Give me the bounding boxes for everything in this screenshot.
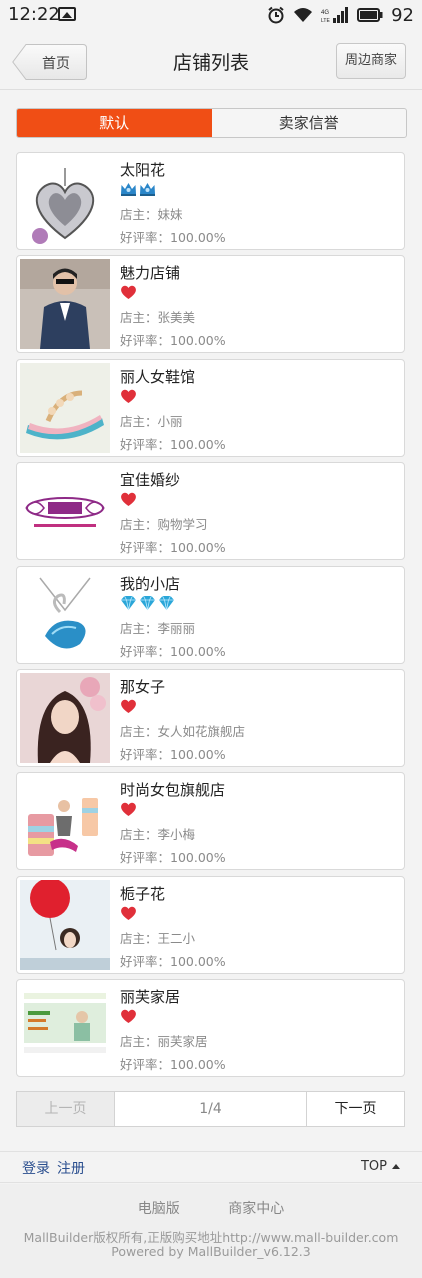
heart-badge-icon bbox=[120, 284, 137, 302]
store-name[interactable]: 宜佳婚纱 bbox=[120, 469, 180, 490]
store-thumbnail[interactable] bbox=[20, 776, 110, 867]
store-name[interactable]: 丽芙家居 bbox=[120, 986, 180, 1007]
image-notification-icon bbox=[58, 7, 76, 21]
store-owner: 店主：李小梅 bbox=[120, 827, 196, 843]
svg-text:LTE: LTE bbox=[321, 18, 330, 23]
status-time: 12:22 bbox=[8, 4, 60, 25]
reputation-badges bbox=[120, 388, 137, 406]
store-name[interactable]: 我的小店 bbox=[120, 573, 180, 594]
heart-badge-icon bbox=[120, 698, 137, 716]
store-rating: 好评率：100.00% bbox=[120, 953, 226, 969]
header: 首页 店铺列表 周边商家 bbox=[0, 30, 422, 90]
diamond-badge-icon bbox=[120, 595, 137, 613]
heart-badge-icon bbox=[120, 491, 137, 509]
store-owner: 店主：妹妹 bbox=[120, 207, 183, 222]
heart-badge-icon bbox=[120, 1008, 137, 1026]
store-rating: 好评率：100.00% bbox=[120, 436, 226, 452]
alarm-icon bbox=[268, 6, 284, 24]
store-thumbnail[interactable] bbox=[20, 156, 110, 246]
store-card[interactable]: 我的小店店主：李丽丽好评率：100.00% bbox=[16, 565, 405, 664]
store-owner: 店主：张美美 bbox=[120, 310, 196, 326]
store-card[interactable]: 太阳花店主：妹妹好评率：100.00% bbox=[16, 152, 405, 250]
store-thumbnail[interactable] bbox=[20, 672, 110, 763]
store-thumbnail[interactable] bbox=[20, 259, 110, 350]
store-owner: 店主：女人如花旗舰店 bbox=[120, 723, 246, 739]
desktop-version-link[interactable]: 电脑版 bbox=[138, 1201, 180, 1217]
pagination: 上一页 1/4 下一页 bbox=[16, 1091, 405, 1127]
store-card[interactable]: 丽芙家居店主：丽芙家居好评率：100.00% bbox=[16, 979, 405, 1078]
store-owner: 店主：丽芙家居 bbox=[120, 1034, 208, 1050]
page-indicator: 1/4 bbox=[199, 1101, 222, 1117]
store-name[interactable]: 丽人女鞋馆 bbox=[120, 366, 195, 387]
next-page-button[interactable]: 下一页 bbox=[306, 1092, 404, 1126]
crown-badge-icon bbox=[139, 181, 156, 199]
store-card[interactable]: 栀子花店主：王二小好评率：100.00% bbox=[16, 875, 405, 974]
store-card[interactable]: 时尚女包旗舰店店主：李小梅好评率：100.00% bbox=[16, 772, 405, 871]
store-thumbnail[interactable] bbox=[20, 466, 110, 557]
store-name[interactable]: 时尚女包旗舰店 bbox=[120, 779, 225, 800]
merchant-center-link[interactable]: 商家中心 bbox=[228, 1201, 284, 1217]
store-thumbnail[interactable] bbox=[20, 983, 110, 1074]
wifi-icon bbox=[294, 8, 313, 22]
store-name[interactable]: 魅力店铺 bbox=[120, 262, 180, 283]
reputation-badges bbox=[120, 1008, 137, 1026]
store-card[interactable]: 丽人女鞋馆店主：小丽好评率：100.00% bbox=[16, 358, 405, 457]
tab-seller-reputation[interactable]: 卖家信誉 bbox=[212, 109, 407, 137]
store-name[interactable]: 那女子 bbox=[120, 676, 165, 697]
store-thumbnail[interactable] bbox=[20, 569, 110, 660]
store-owner: 店主：小丽 bbox=[120, 413, 183, 429]
reputation-badges bbox=[120, 801, 137, 819]
back-to-top-button[interactable]: TOP bbox=[361, 1159, 400, 1174]
diamond-badge-icon bbox=[158, 595, 175, 613]
store-thumbnail[interactable] bbox=[20, 362, 110, 453]
store-name[interactable]: 栀子花 bbox=[120, 883, 165, 904]
store-rating: 好评率：100.00% bbox=[120, 333, 226, 349]
footer-bar: 登录 注册 TOP bbox=[0, 1151, 422, 1183]
diamond-badge-icon bbox=[139, 595, 156, 613]
store-card[interactable]: 魅力店铺店主：张美美好评率：100.00% bbox=[16, 255, 405, 354]
store-name[interactable]: 太阳花 bbox=[120, 159, 165, 180]
login-link[interactable]: 登录 bbox=[22, 1158, 50, 1178]
reputation-badges bbox=[120, 698, 137, 716]
store-owner: 店主：李丽丽 bbox=[120, 620, 196, 636]
store-rating: 好评率：100.00% bbox=[120, 850, 226, 866]
register-link[interactable]: 注册 bbox=[57, 1158, 85, 1178]
status-bar: 12:22 4G LTE 92 bbox=[0, 0, 422, 30]
nearby-merchants-button[interactable]: 周边商家 bbox=[336, 43, 406, 79]
battery-percent: 92 bbox=[391, 4, 414, 26]
reputation-badges bbox=[120, 491, 137, 509]
signal-icon: 4G LTE bbox=[321, 7, 349, 23]
store-card[interactable]: 宜佳婚纱店主：购物学习好评率：100.00% bbox=[16, 462, 405, 561]
store-thumbnail[interactable] bbox=[20, 879, 110, 970]
store-rating: 好评率：100.00% bbox=[120, 1057, 226, 1073]
store-owner: 店主：购物学习 bbox=[120, 517, 208, 533]
heart-badge-icon bbox=[120, 905, 137, 923]
store-rating: 好评率：100.00% bbox=[120, 230, 226, 245]
store-list: 太阳花 店主：妹妹 好评率：100.00% 魅力店铺 店主：张美美 好评率：100.00%… bbox=[16, 152, 405, 1083]
heart-badge-icon bbox=[120, 801, 137, 819]
footer: 电脑版 商家中心 MallBuilder版权所有,正版购买地址http://ww… bbox=[0, 1184, 422, 1278]
store-card[interactable]: 那女子店主：女人如花旗舰店 好评率：100.00% bbox=[16, 668, 405, 767]
powered-by-text: Powered by MallBuilder_v6.12.3 bbox=[111, 1244, 311, 1259]
reputation-badges bbox=[120, 905, 137, 923]
reputation-badges bbox=[120, 284, 137, 302]
svg-text:4G: 4G bbox=[321, 10, 329, 16]
crown-badge-icon bbox=[120, 181, 137, 199]
heart-badge-icon bbox=[120, 388, 137, 406]
store-owner: 店主：王二小 bbox=[120, 930, 196, 946]
reputation-badges bbox=[120, 181, 156, 199]
store-rating: 好评率：100.00% bbox=[120, 540, 226, 556]
reputation-badges bbox=[120, 595, 175, 613]
store-rating: 好评率：100.00% bbox=[120, 643, 226, 659]
battery-icon bbox=[357, 8, 383, 22]
sort-tabs: 默认 卖家信誉 bbox=[16, 108, 407, 138]
store-rating: 好评率：100.00% bbox=[120, 746, 226, 762]
tab-default[interactable]: 默认 bbox=[17, 109, 212, 137]
prev-page-button[interactable]: 上一页 bbox=[17, 1092, 115, 1126]
